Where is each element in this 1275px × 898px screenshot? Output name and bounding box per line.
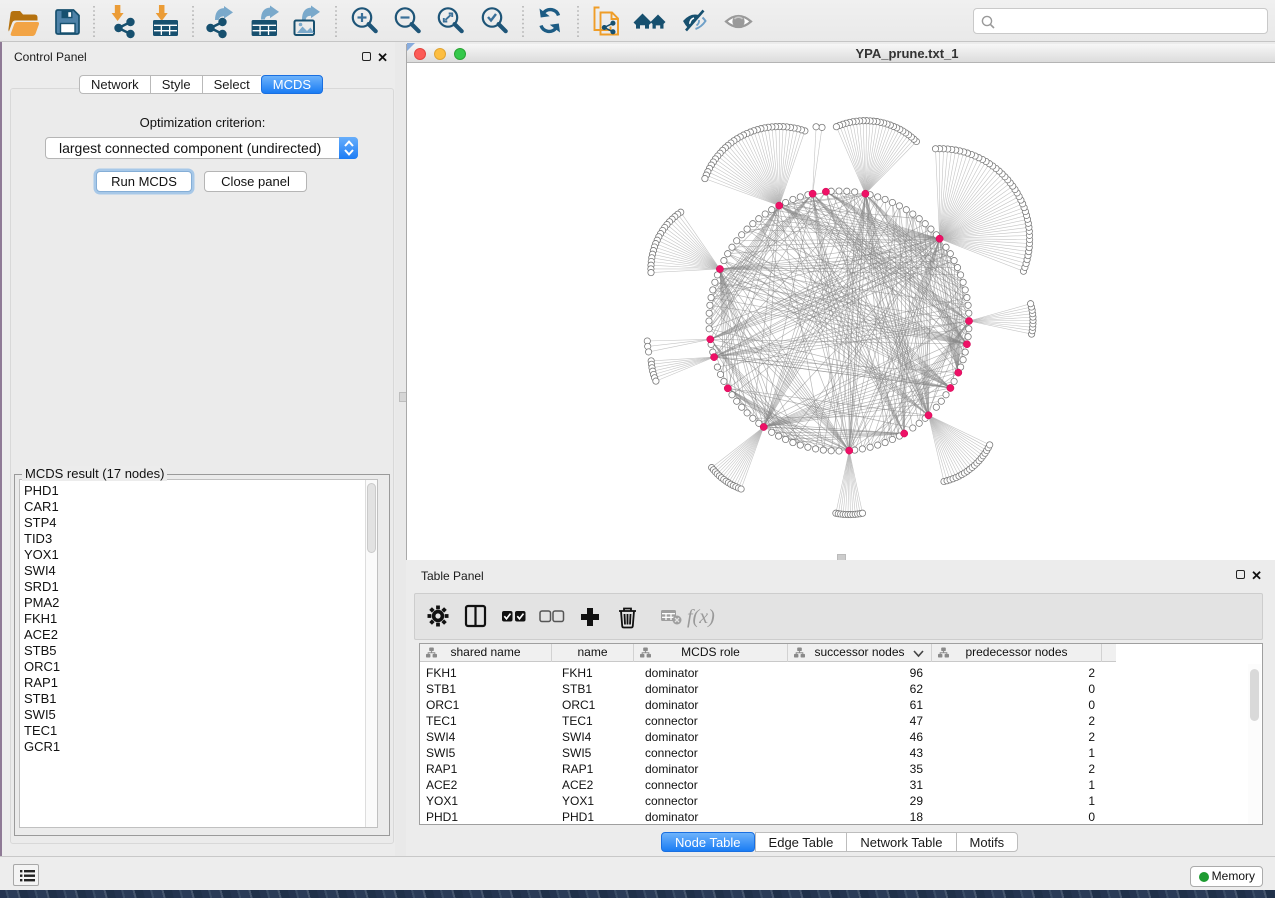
svg-text:f(x): f(x) xyxy=(687,606,715,628)
